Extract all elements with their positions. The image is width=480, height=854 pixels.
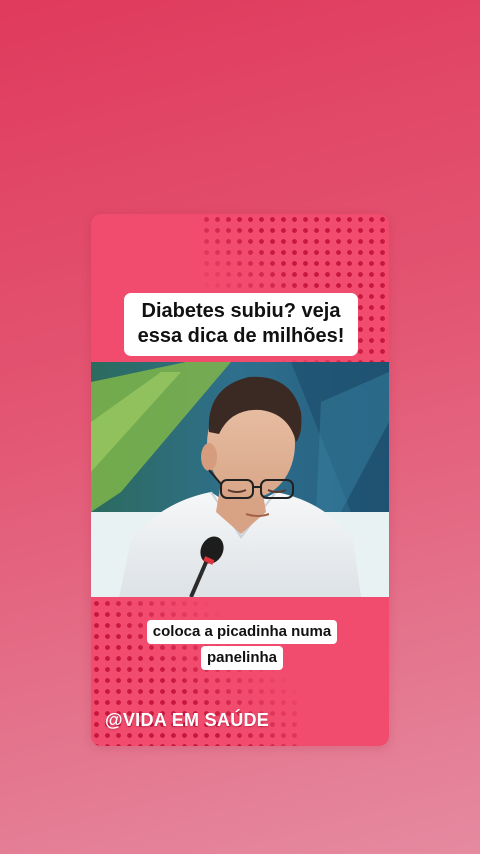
- post-card: Diabetes subiu? veja essa dica de milhõe…: [91, 214, 389, 746]
- headline-line-1: Diabetes subiu? veja: [141, 300, 341, 322]
- caption-line-1: coloca a picadinha numa: [146, 620, 338, 644]
- headline-line-2: essa dica de milhões!: [137, 325, 345, 347]
- caption-line-2: panelinha: [200, 646, 283, 670]
- subtitle-caption: coloca a picadinha numa panelinha: [136, 620, 348, 672]
- video-still-illustration: [91, 362, 389, 597]
- headline-box: Diabetes subiu? veja essa dica de milhõe…: [124, 293, 358, 356]
- channel-watermark: @VIDA EM SAÚDE: [105, 710, 270, 730]
- video-frame[interactable]: [91, 362, 389, 597]
